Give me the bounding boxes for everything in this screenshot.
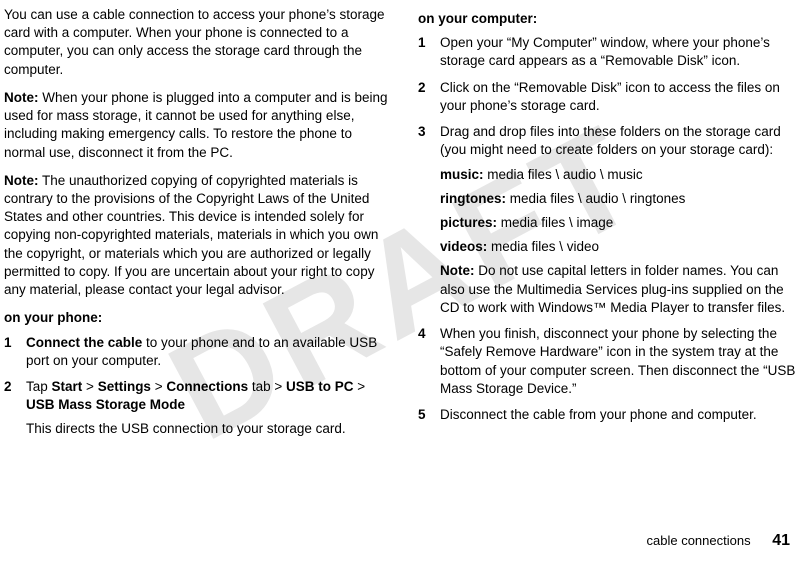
step-number: 1 <box>418 34 440 70</box>
intro-paragraph: You can use a cable connection to access… <box>4 6 390 79</box>
phone-steps: 1 Connect the cable to your phone and to… <box>4 334 390 439</box>
nav-usb-mass-storage: USB Mass Storage Mode <box>26 397 185 412</box>
phone-step-2: 2 Tap Start > Settings > Connections tab… <box>4 378 390 439</box>
folder-music-label: music: <box>440 167 484 182</box>
left-column: You can use a cable connection to access… <box>4 6 390 447</box>
computer-heading: on your computer: <box>418 10 804 28</box>
note-1: Note: When your phone is plugged into a … <box>4 89 390 162</box>
right-column: on your computer: 1 Open your “My Comput… <box>418 6 804 447</box>
page-footer: cable connections 41 <box>647 530 791 552</box>
step-number: 1 <box>4 334 26 370</box>
step-number: 4 <box>418 325 440 398</box>
computer-step-1: 1 Open your “My Computer” window, where … <box>418 34 804 70</box>
step-number: 2 <box>418 79 440 115</box>
folder-ringtones-label: ringtones: <box>440 191 506 206</box>
step-body: Connect the cable to your phone and to a… <box>26 334 390 370</box>
note-label: Note: <box>440 263 475 278</box>
step-body: When you finish, disconnect your phone b… <box>440 325 804 398</box>
phone-heading: on your phone: <box>4 309 390 327</box>
nav-start: Start <box>52 379 83 394</box>
footer-section: cable connections <box>647 533 751 548</box>
computer-step-5: 5 Disconnect the cable from your phone a… <box>418 406 804 424</box>
step-number: 2 <box>4 378 26 439</box>
step-number: 3 <box>418 123 440 317</box>
computer-step-4: 4 When you finish, disconnect your phone… <box>418 325 804 398</box>
step-body: Tap Start > Settings > Connections tab >… <box>26 378 390 439</box>
computer-step-3: 3 Drag and drop files into these folders… <box>418 123 804 317</box>
phone-step-1: 1 Connect the cable to your phone and to… <box>4 334 390 370</box>
folder-videos-label: videos: <box>440 239 487 254</box>
step-body: Open your “My Computer” window, where yo… <box>440 34 804 70</box>
computer-step-2: 2 Click on the “Removable Disk” icon to … <box>418 79 804 115</box>
folder-pictures-label: pictures: <box>440 215 497 230</box>
note-label: Note: <box>4 90 39 105</box>
nav-usb-to-pc: USB to PC <box>286 379 354 394</box>
step-body: Click on the “Removable Disk” icon to ac… <box>440 79 804 115</box>
computer-steps: 1 Open your “My Computer” window, where … <box>418 34 804 424</box>
note-2: Note: The unauthorized copying of copyri… <box>4 172 390 300</box>
step-body: Disconnect the cable from your phone and… <box>440 406 804 424</box>
step-body: Drag and drop files into these folders o… <box>440 123 804 317</box>
note-label: Note: <box>4 173 39 188</box>
nav-settings: Settings <box>98 379 151 394</box>
page-number: 41 <box>772 532 790 549</box>
page-content: You can use a cable connection to access… <box>0 0 810 447</box>
nav-connections: Connections <box>166 379 248 394</box>
step-number: 5 <box>418 406 440 424</box>
